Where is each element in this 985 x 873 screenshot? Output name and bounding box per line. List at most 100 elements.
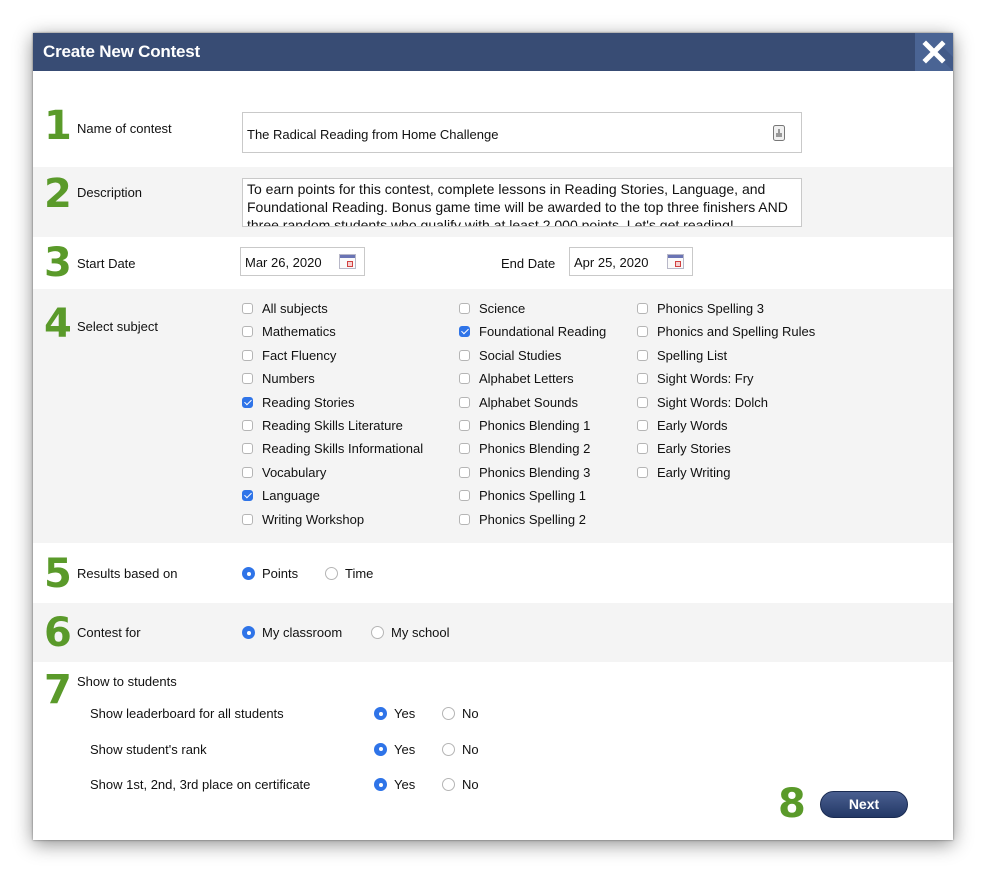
subject-checkbox-item[interactable]: Phonics Spelling 3: [637, 301, 764, 316]
subject-label: Phonics Blending 3: [479, 464, 591, 480]
show-to-students-row: 7 Show to students Show leaderboard for …: [33, 662, 953, 840]
checkbox[interactable]: [242, 373, 253, 385]
subject-checkbox-item[interactable]: Spelling List: [637, 348, 727, 363]
radio-button[interactable]: [442, 778, 455, 791]
checkbox[interactable]: [637, 373, 648, 385]
end-date-input[interactable]: Apr 25, 2020: [569, 247, 693, 276]
close-icon: [922, 40, 953, 71]
checkbox[interactable]: [459, 326, 470, 338]
radio-button[interactable]: [374, 742, 387, 756]
radio-no[interactable]: No: [442, 706, 479, 721]
subject-checkbox-item[interactable]: Fact Fluency: [242, 348, 336, 363]
radio-points[interactable]: Points: [242, 566, 298, 581]
subject-label: Spelling List: [657, 347, 728, 363]
subject-checkbox-item[interactable]: Reading Skills Literature: [242, 418, 403, 433]
calendar-icon[interactable]: [339, 254, 356, 269]
subject-checkbox-item[interactable]: Numbers: [242, 371, 315, 386]
form-fill-icon[interactable]: [773, 125, 785, 141]
subject-checkbox-item[interactable]: Sight Words: Dolch: [637, 395, 768, 410]
checkbox[interactable]: [637, 326, 648, 338]
checkbox[interactable]: [637, 466, 648, 478]
description-label: Description: [77, 185, 143, 200]
radio-button[interactable]: [242, 567, 255, 580]
subject-checkbox-item[interactable]: Mathematics: [242, 324, 336, 339]
radio-button[interactable]: [325, 567, 338, 580]
checkbox[interactable]: [459, 443, 470, 455]
checkbox[interactable]: [242, 420, 253, 431]
checkbox[interactable]: [459, 490, 470, 502]
checkbox[interactable]: [242, 326, 253, 338]
end-date-value: Apr 25, 2020: [574, 255, 649, 270]
contest-for-row: 6 Contest for My classroom My school: [33, 603, 953, 662]
subject-label: Foundational Reading: [479, 324, 607, 340]
radio-yes[interactable]: Yes: [374, 742, 415, 757]
checkbox[interactable]: [637, 303, 648, 314]
subject-checkbox-item[interactable]: Phonics Spelling 2: [459, 512, 586, 527]
subject-checkbox-item[interactable]: Reading Skills Informational: [242, 441, 423, 456]
checkbox[interactable]: [242, 490, 253, 502]
checkbox[interactable]: [459, 466, 470, 478]
results-label: Results based on: [77, 566, 178, 581]
subject-checkbox-item[interactable]: Phonics and Spelling Rules: [637, 324, 815, 339]
subject-checkbox-item[interactable]: All subjects: [242, 301, 328, 316]
radio-button[interactable]: [374, 778, 387, 791]
radio-button[interactable]: [442, 742, 455, 756]
subject-checkbox-item[interactable]: Vocabulary: [242, 465, 326, 480]
subject-label: Mathematics: [262, 324, 336, 340]
checkbox[interactable]: [242, 396, 253, 408]
checkbox[interactable]: [459, 396, 470, 408]
checkbox[interactable]: [459, 420, 470, 431]
show-option-label: Show 1st, 2nd, 3rd place on certificate: [90, 777, 311, 792]
radio-my-school[interactable]: My school: [371, 625, 450, 640]
subject-checkbox-item[interactable]: Social Studies: [459, 348, 561, 363]
checkbox[interactable]: [242, 303, 253, 314]
checkbox[interactable]: [459, 303, 470, 314]
subject-checkbox-item[interactable]: Alphabet Sounds: [459, 395, 578, 410]
subject-checkbox-item[interactable]: Phonics Blending 2: [459, 441, 590, 456]
subject-checkbox-item[interactable]: Early Stories: [637, 441, 731, 456]
subject-checkbox-item[interactable]: Phonics Spelling 1: [459, 488, 586, 503]
radio-button[interactable]: [374, 707, 387, 720]
checkbox[interactable]: [459, 513, 470, 525]
checkbox[interactable]: [242, 443, 253, 455]
radio-button[interactable]: [242, 626, 255, 639]
radio-my-classroom[interactable]: My classroom: [242, 625, 342, 640]
subject-checkbox-item[interactable]: Alphabet Letters: [459, 371, 574, 386]
checkbox[interactable]: [459, 373, 470, 385]
subject-checkbox-item[interactable]: Phonics Blending 1: [459, 418, 590, 433]
subject-checkbox-item[interactable]: Language: [242, 488, 320, 503]
next-button[interactable]: Next: [820, 791, 908, 818]
contest-name-input[interactable]: The Radical Reading from Home Challenge: [242, 112, 802, 153]
checkbox[interactable]: [637, 396, 648, 408]
subject-label: Phonics and Spelling Rules: [657, 324, 816, 340]
radio-yes[interactable]: Yes: [374, 706, 415, 721]
checkbox[interactable]: [242, 466, 253, 478]
checkbox[interactable]: [637, 420, 648, 431]
checkbox[interactable]: [242, 349, 253, 361]
subject-checkbox-item[interactable]: Reading Stories: [242, 395, 355, 410]
subject-checkbox-item[interactable]: Writing Workshop: [242, 512, 364, 527]
subject-checkbox-item[interactable]: Sight Words: Fry: [637, 371, 754, 386]
subject-checkbox-item[interactable]: Foundational Reading: [459, 324, 606, 339]
checkbox[interactable]: [637, 349, 648, 361]
radio-button[interactable]: [371, 626, 384, 639]
close-button[interactable]: [915, 33, 953, 71]
subject-checkbox-item[interactable]: Early Writing: [637, 465, 730, 480]
subject-checkbox-item[interactable]: Phonics Blending 3: [459, 465, 590, 480]
description-value: To earn points for this contest, complet…: [247, 181, 788, 227]
subject-checkbox-item[interactable]: Science: [459, 301, 525, 316]
results-row: 5 Results based on Points Time: [33, 543, 953, 603]
checkbox[interactable]: [242, 513, 253, 525]
radio-no[interactable]: No: [442, 742, 479, 757]
description-textarea[interactable]: To earn points for this contest, complet…: [242, 178, 802, 227]
radio-button[interactable]: [442, 707, 455, 720]
radio-no[interactable]: No: [442, 777, 479, 792]
checkbox[interactable]: [637, 443, 648, 455]
calendar-icon[interactable]: [667, 254, 684, 269]
subject-checkbox-item[interactable]: Early Words: [637, 418, 728, 433]
step-number-3: 3: [44, 240, 72, 286]
radio-yes[interactable]: Yes: [374, 777, 415, 792]
checkbox[interactable]: [459, 349, 470, 361]
start-date-input[interactable]: Mar 26, 2020: [240, 247, 365, 276]
radio-time[interactable]: Time: [325, 566, 373, 581]
